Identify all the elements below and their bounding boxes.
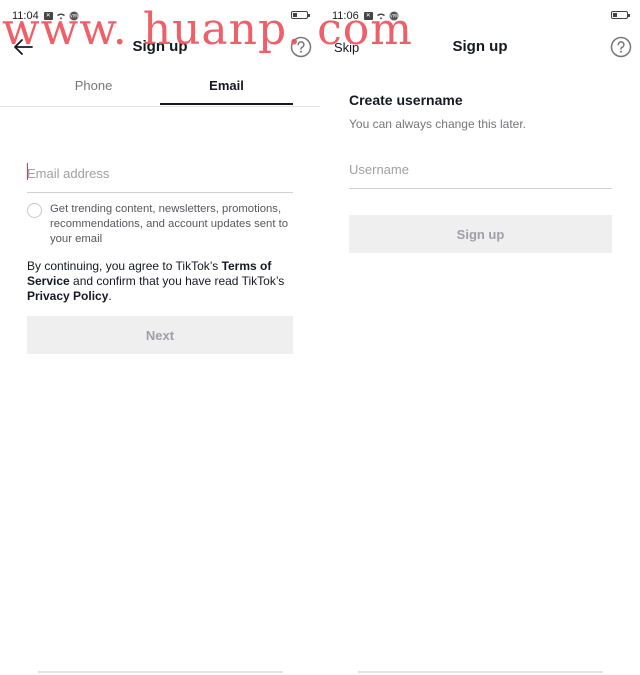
tab-phone[interactable]: Phone <box>27 78 160 105</box>
signup-method-tabs: Phone Email <box>0 78 320 107</box>
privacy-policy-link[interactable]: Privacy Policy <box>27 289 108 303</box>
optin-checkbox[interactable] <box>27 203 42 218</box>
help-icon[interactable] <box>610 36 632 58</box>
page-title: Sign up <box>452 38 508 55</box>
username-field-container <box>349 156 612 189</box>
optin-text: Get trending content, newsletters, promo… <box>50 203 289 245</box>
notification-icon: ✕ <box>363 12 373 20</box>
vpn-icon: VPN <box>389 11 399 21</box>
home-indicator <box>38 671 283 673</box>
wifi-icon <box>376 13 385 20</box>
status-time: 11:04 <box>12 10 39 22</box>
wifi-icon <box>56 13 65 20</box>
svg-text:VPN: VPN <box>390 14 398 19</box>
battery-icon <box>291 11 310 19</box>
email-field-container <box>27 160 293 193</box>
vpn-icon: VPN <box>69 11 79 21</box>
page-title: Sign up <box>132 38 188 55</box>
status-bar: 11:04 ✕ VPN <box>12 9 310 23</box>
create-username-screen: 11:06 ✕ VPN Skip Sign up Create username… <box>320 0 640 675</box>
header: Skip Sign up <box>320 32 640 62</box>
text-caret <box>27 163 28 180</box>
status-time: 11:06 <box>332 10 359 22</box>
battery-icon <box>611 11 630 19</box>
help-icon[interactable] <box>290 36 312 58</box>
terms-notice: By continuing, you agree to TikTok’s Ter… <box>27 259 285 303</box>
email-optin: Get trending content, newsletters, promo… <box>27 202 297 247</box>
username-input[interactable] <box>349 156 612 182</box>
sign-up-button[interactable]: Sign up <box>349 215 612 253</box>
email-input[interactable] <box>27 160 293 186</box>
status-bar: 11:06 ✕ VPN <box>332 9 630 23</box>
next-button[interactable]: Next <box>27 316 293 354</box>
notification-icon: ✕ <box>43 12 53 20</box>
header: Sign up <box>0 32 320 62</box>
email-signup-screen: 11:04 ✕ VPN Sign up Phone Email Get tren… <box>0 0 320 675</box>
home-indicator <box>358 671 603 673</box>
tab-email[interactable]: Email <box>160 78 293 105</box>
create-username-subheading: You can always change this later. <box>349 117 527 131</box>
svg-text:VPN: VPN <box>70 14 78 19</box>
create-username-heading: Create username <box>349 92 463 108</box>
